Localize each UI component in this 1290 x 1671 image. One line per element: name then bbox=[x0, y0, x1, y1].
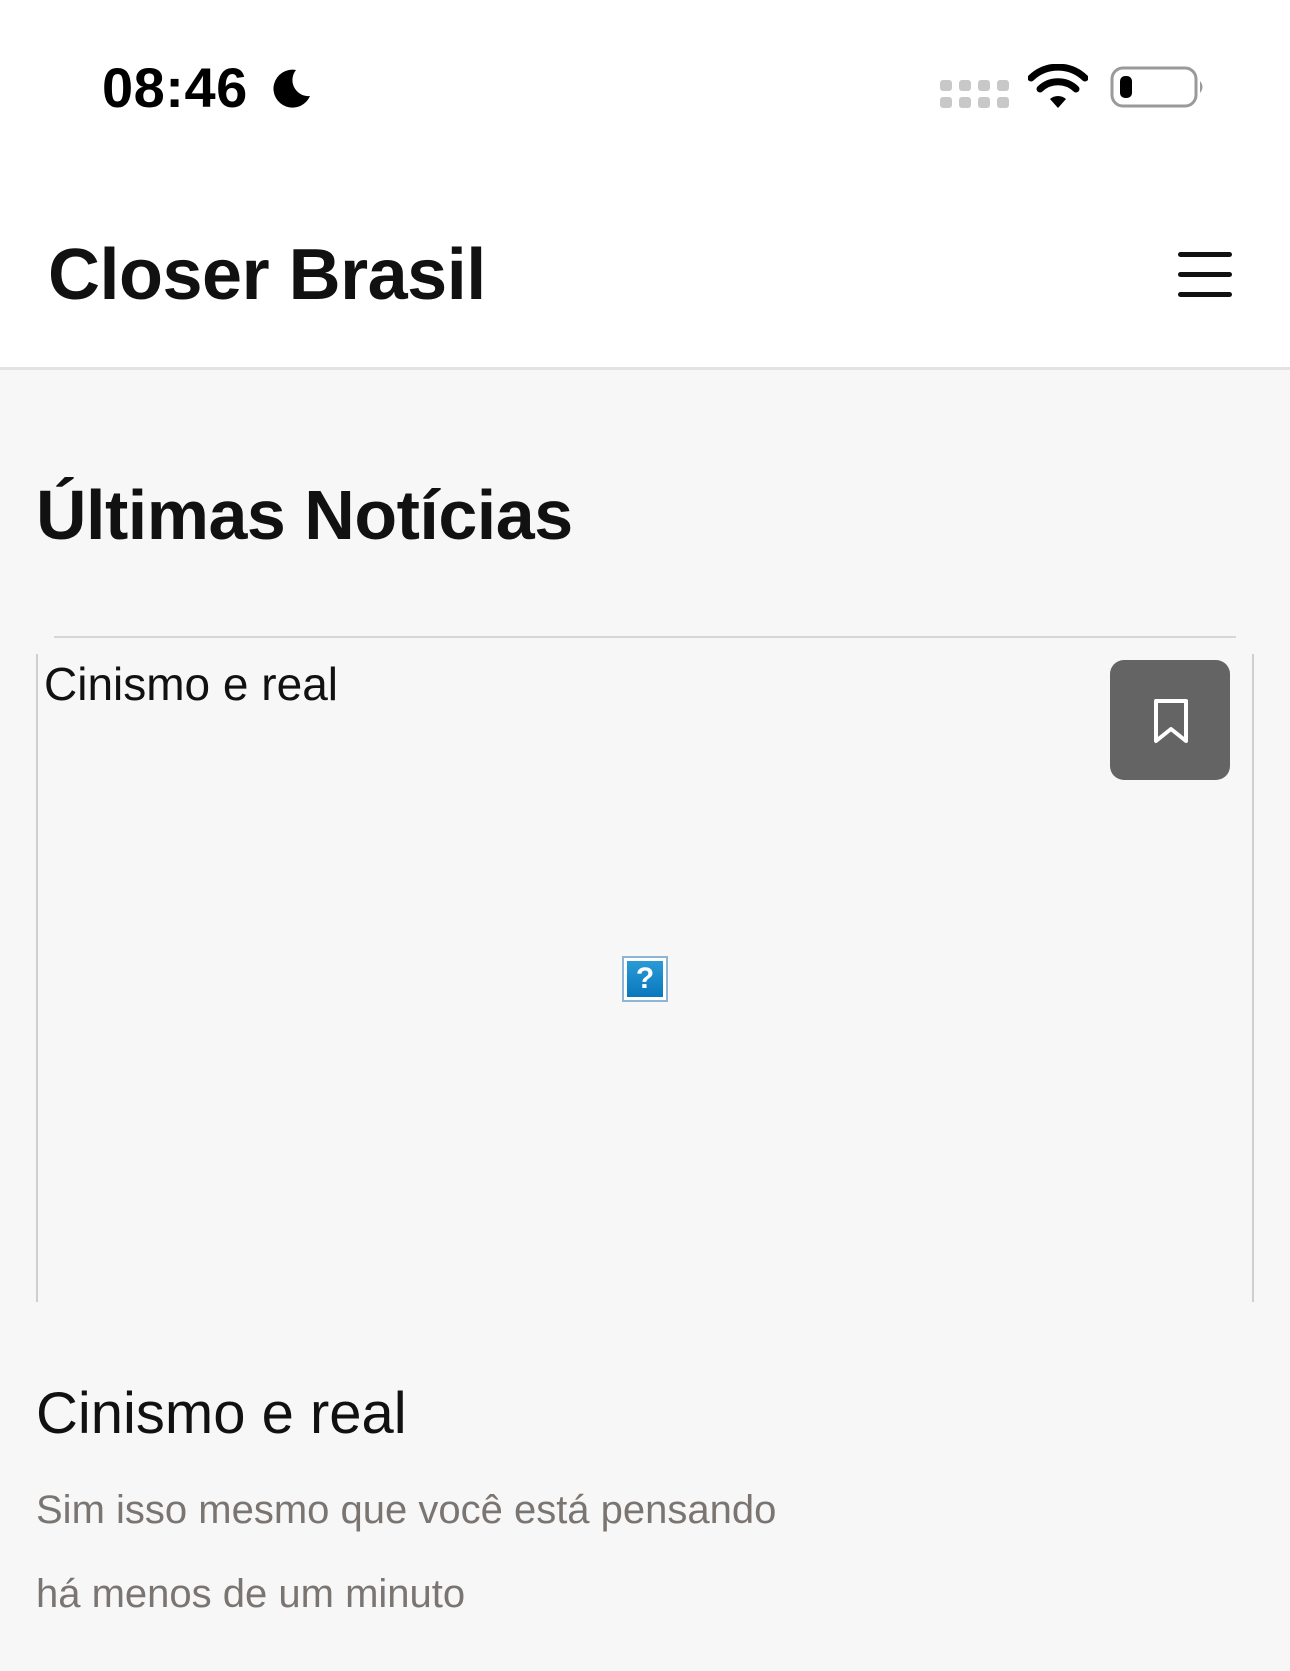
hamburger-menu-icon[interactable] bbox=[1170, 242, 1234, 306]
card-divider bbox=[54, 636, 1236, 638]
moon-icon bbox=[273, 69, 310, 108]
bookmark-button[interactable] bbox=[1110, 660, 1230, 780]
cellular-signal-icon bbox=[940, 80, 1009, 108]
section-heading: Últimas Notícias bbox=[36, 476, 573, 554]
battery-icon bbox=[1110, 66, 1203, 108]
article-title[interactable]: Cinismo e real bbox=[36, 1378, 407, 1450]
article-image[interactable]: Cinismo e real ? bbox=[36, 654, 1254, 1302]
menu-bar-bottom bbox=[1178, 292, 1232, 297]
broken-image-icon: ? bbox=[622, 956, 668, 1002]
status-time: 08:46 bbox=[102, 56, 248, 119]
status-bar: 08:46 bbox=[0, 0, 1290, 180]
menu-bar-middle bbox=[1178, 272, 1232, 277]
menu-bar-top bbox=[1178, 252, 1232, 257]
image-alt-text: Cinismo e real bbox=[44, 658, 338, 710]
article-timestamp: há menos de um minuto bbox=[36, 1572, 466, 1616]
wifi-icon bbox=[1028, 64, 1088, 108]
bookmark-icon bbox=[1154, 699, 1188, 743]
site-header: Closer Brasil bbox=[0, 180, 1290, 370]
site-title[interactable]: Closer Brasil bbox=[48, 230, 486, 320]
article-summary: Sim isso mesmo que você está pensando bbox=[36, 1488, 777, 1532]
